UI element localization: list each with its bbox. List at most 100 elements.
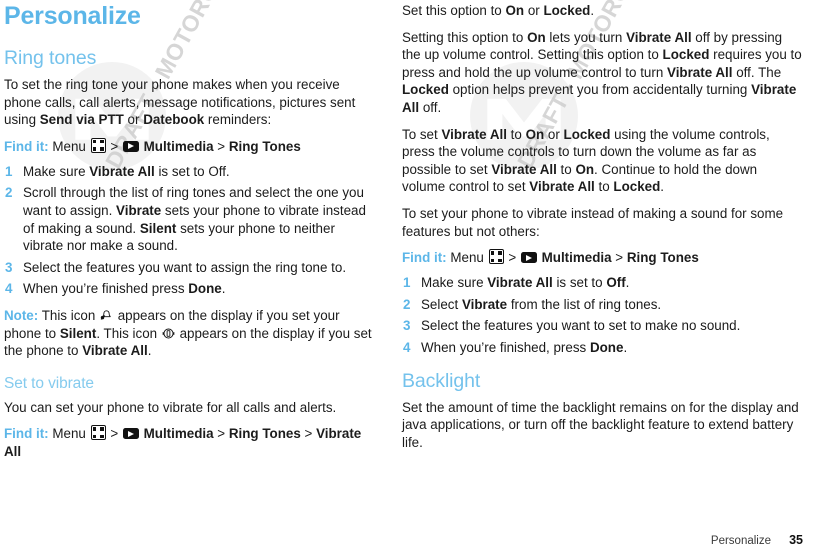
step-bold-1: Done [589, 339, 624, 355]
two-column-layout: Personalize Ring tones To set the ring t… [0, 0, 817, 468]
vibrate-icon [162, 327, 175, 340]
step-number: 4 [5, 281, 13, 297]
menu-key-icon [90, 137, 106, 153]
find-it-label: Find it: [4, 426, 49, 442]
find-it-separator: > [615, 250, 624, 266]
step-text-1: When you’re finished, press [421, 339, 590, 355]
p3-text-8: . [660, 179, 665, 195]
step-bold-1: Vibrate [116, 202, 162, 218]
step-text-2: . [623, 339, 628, 355]
p3-bold-vibrate-all-2: Vibrate All [491, 161, 557, 177]
find-it-separator: > [508, 250, 517, 266]
p3-text-7: to [594, 179, 614, 195]
step-text-2: . [221, 281, 226, 297]
step-item: 2 Scroll through the list of ring tones a… [4, 184, 374, 254]
right-column: Set this option to On or Locked. Setting… [396, 0, 817, 468]
silent-bell-icon [100, 309, 113, 322]
p1-text-3: . [590, 3, 595, 18]
step-number: 3 [5, 259, 13, 275]
p3-bold-on-2: On [575, 161, 595, 177]
intro-bold-datebook: Datebook [143, 112, 205, 128]
locked-option-paragraph-2: Setting this option to On lets you turn … [402, 29, 803, 117]
step-text-1: When you’re finished press [23, 281, 189, 297]
find-it-separator: > [110, 138, 119, 154]
p2-bold-vibrate-all-2: Vibrate All [667, 64, 733, 80]
step-bold-1: Vibrate [461, 296, 508, 312]
step-text-2: is set to Off. [154, 163, 230, 179]
find-it-menu-text: Menu [52, 426, 86, 442]
find-it-separator: > [110, 426, 119, 442]
step-item: 1 Make sure Vibrate All is set to Off. [402, 274, 803, 292]
p2-bold-on: On [527, 29, 546, 45]
locked-option-paragraph-3: To set Vibrate All to On or Locked using… [402, 126, 803, 196]
step-item: 4 When you’re finished, press Done. [402, 339, 803, 357]
p2-bold-locked-2: Locked [402, 82, 449, 98]
ring-tones-intro-paragraph: To set the ring tone your phone makes wh… [4, 76, 374, 129]
locked-option-paragraph-1: Set this option to On or Locked. [402, 2, 803, 20]
step-item: 1 Make sure Vibrate All is set to Off. [4, 163, 374, 181]
p3-text-5: to [556, 161, 576, 177]
note-label: Note: [4, 307, 39, 323]
find-it-multimedia: Multimedia [143, 138, 214, 154]
step-text-1: Select the features you want to assign t… [23, 259, 347, 275]
p1-bold-locked: Locked [543, 3, 591, 18]
find-it-ring-tones: Ring Tones [626, 250, 699, 266]
p3-text-1: To set [402, 126, 442, 142]
note-text-3: . This icon [96, 325, 161, 341]
step-bold-1: Done [188, 281, 222, 297]
step-text-3: . [625, 275, 630, 291]
step-text-1: Make sure [421, 275, 488, 291]
step-item: 3 Select the features you want to assign … [4, 259, 374, 277]
backlight-paragraph: Set the amount of time the backlight rem… [402, 399, 799, 450]
p1-text-1: Set this option to [402, 3, 506, 18]
multimedia-play-icon [520, 252, 537, 264]
multimedia-play-icon [122, 140, 139, 152]
step-text-1: Select [421, 296, 462, 312]
p2-text-6: option helps prevent you from accidental… [448, 82, 752, 98]
find-it-multimedia: Multimedia [541, 250, 612, 266]
step-text-1: Make sure [23, 163, 90, 179]
note-bold-silent: Silent [59, 325, 97, 341]
step-bold-1: Vibrate All [89, 163, 155, 179]
step-bold-2: Off [606, 275, 626, 291]
find-it-path-vibrate-all: Find it: Menu > Multimedia > Ring Tones … [4, 425, 374, 461]
find-it-separator: > [217, 138, 226, 154]
find-it-multimedia: Multimedia [143, 426, 214, 442]
p3-bold-locked: Locked [563, 126, 611, 142]
step-bold-1: Vibrate All [487, 275, 553, 291]
section-heading-backlight: Backlight [402, 369, 481, 392]
vibrate-some-features-paragraph: To set your phone to vibrate instead of … [402, 205, 784, 239]
p2-text-5: off. The [732, 64, 782, 80]
vibrate-steps: 1 Make sure Vibrate All is set to Off. 2S… [402, 274, 803, 356]
find-it-path-ring-tones: Find it: Menu > Multimedia > Ring Tones [4, 137, 374, 156]
note-paragraph: Note: This icon appears on the display i… [4, 307, 374, 360]
menu-key-icon [90, 425, 106, 441]
step-number: 4 [403, 339, 411, 355]
find-it-separator: > [217, 426, 226, 442]
find-it-ring-tones: Ring Tones [228, 426, 301, 442]
step-number: 1 [403, 275, 411, 291]
find-it-menu-text: Menu [450, 250, 484, 266]
step-bold-2: Silent [139, 220, 177, 236]
find-it-path-ring-tones-right: Find it: Menu > Multimedia > Ring Tones [402, 249, 803, 267]
note-bold-vibrate-all: Vibrate All [82, 343, 148, 359]
find-it-separator: > [304, 426, 313, 442]
find-it-label: Find it: [402, 250, 447, 266]
find-it-ring-tones: Ring Tones [228, 138, 301, 154]
find-it-label: Find it: [4, 138, 49, 154]
step-text-2: is set to [552, 275, 607, 291]
p2-text-2: lets you turn [545, 29, 627, 45]
subsection-heading-set-to-vibrate: Set to vibrate [4, 374, 94, 392]
set-to-vibrate-paragraph: You can set your phone to vibrate for al… [4, 399, 337, 415]
step-number: 1 [5, 163, 13, 179]
multimedia-play-icon [122, 428, 139, 440]
p1-text-2: or [524, 3, 544, 18]
step-item: 2 Select Vibrate from the list of ring to… [402, 296, 803, 314]
p2-bold-vibrate-all: Vibrate All [626, 29, 692, 45]
note-text-5: . [147, 343, 152, 359]
step-number: 3 [403, 318, 411, 334]
p3-bold-vibrate-all-3: Vibrate All [529, 179, 595, 195]
menu-key-icon [488, 249, 504, 265]
p3-bold-on: On [525, 126, 545, 142]
p3-bold-locked-2: Locked [613, 179, 661, 195]
